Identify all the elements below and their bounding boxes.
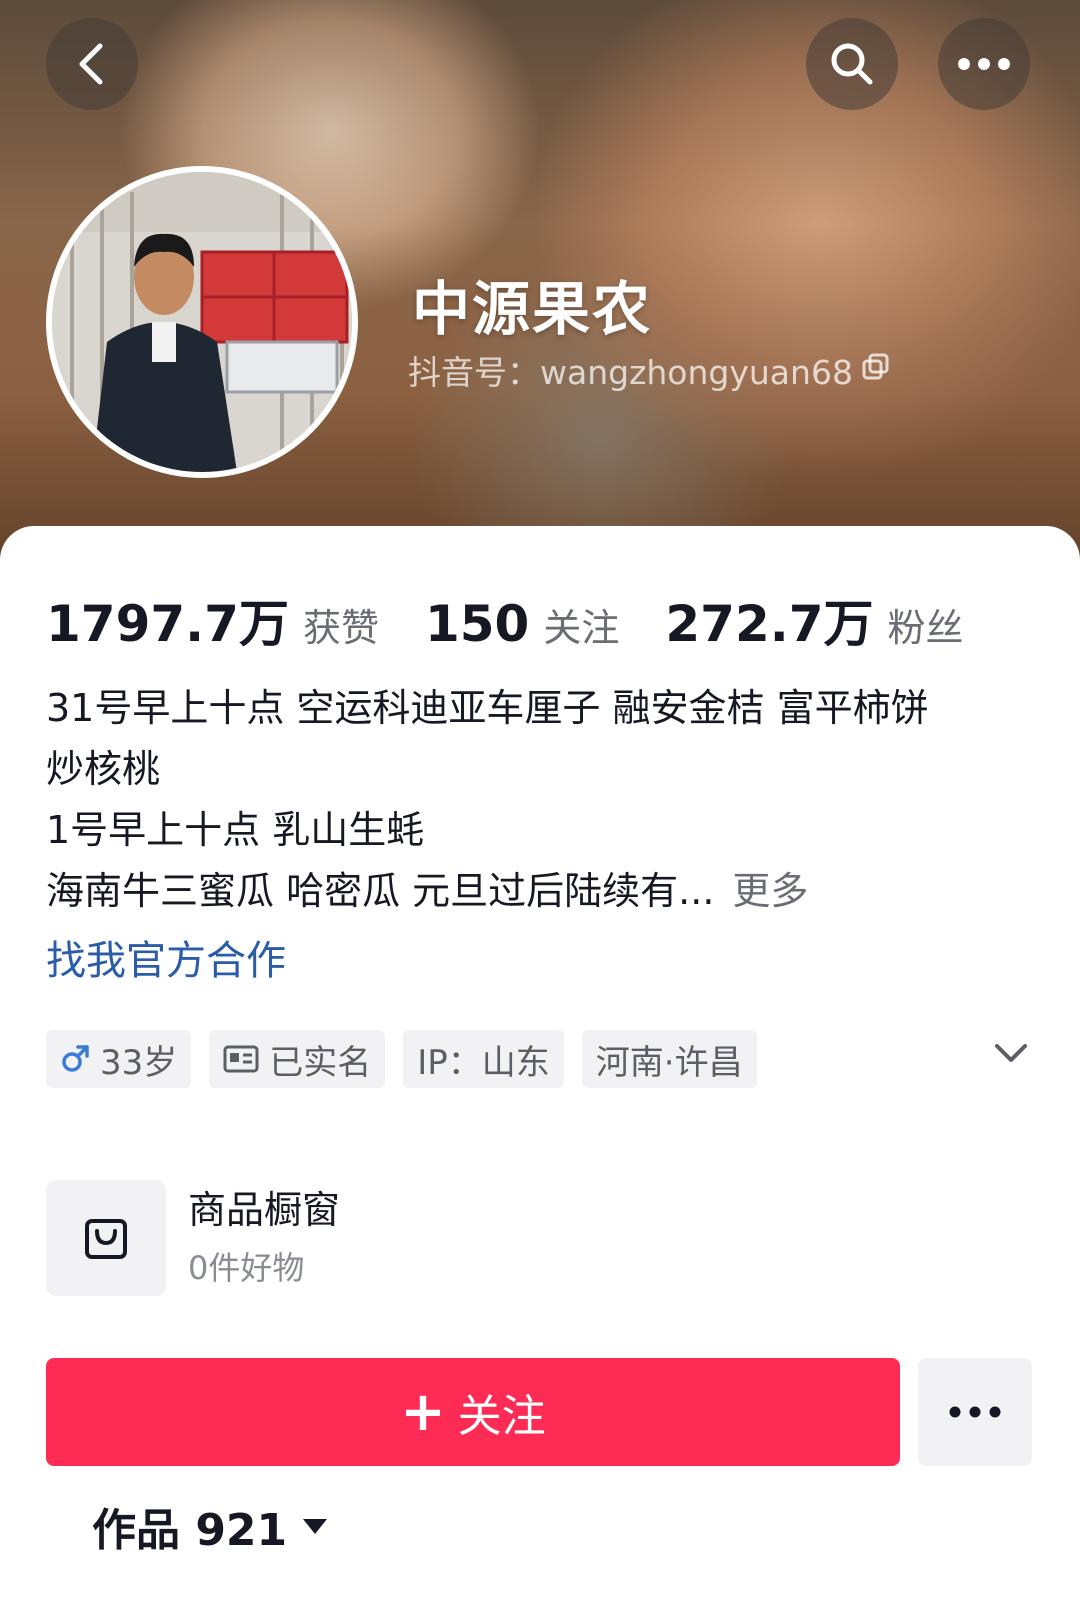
search-button[interactable] — [806, 18, 898, 110]
profile-nickname: 中源果农 — [412, 275, 653, 343]
likes-count: 1797.7万 — [46, 595, 289, 653]
tag-location-label: 河南·许昌 — [595, 1042, 743, 1083]
male-icon — [62, 1045, 89, 1072]
profile-info-panel: 1797.7万 获赞 150 关注 272.7万 粉丝 31号早上十点 空运科迪… — [0, 526, 1080, 1624]
stat-followers[interactable]: 272.7万 粉丝 — [665, 584, 963, 656]
more-horizontal-icon — [949, 1406, 1001, 1418]
product-showcase[interactable]: 商品橱窗 0件好物 — [46, 1180, 340, 1296]
tag-ip-label: IP：山东 — [417, 1042, 550, 1083]
follow-more-button[interactable] — [918, 1358, 1032, 1466]
works-tab-label: 作品 921 — [92, 1505, 288, 1556]
douyin-id-text: 抖音号：wangzhongyuan68 — [408, 353, 853, 392]
shop-text: 商品橱窗 0件好物 — [188, 1184, 340, 1292]
search-icon — [831, 43, 873, 85]
tag-age-label: 33岁 — [100, 1042, 178, 1083]
profile-tags: 33岁 已实名 IP：山东 河南·许昌 — [46, 1030, 757, 1088]
shop-icon-container — [46, 1180, 166, 1296]
avatar-photo — [52, 172, 352, 472]
stat-following[interactable]: 150 关注 — [425, 595, 619, 653]
chevron-left-icon — [79, 43, 103, 85]
chevron-down-icon — [995, 1044, 1027, 1062]
followers-label: 粉丝 — [887, 606, 964, 650]
following-count: 150 — [424, 595, 530, 653]
profile-avatar[interactable] — [46, 166, 358, 478]
copy-icon[interactable] — [861, 351, 891, 390]
likes-label: 获赞 — [302, 606, 379, 650]
back-button[interactable] — [46, 18, 138, 110]
tag-ip: IP：山东 — [403, 1030, 564, 1088]
plus-icon: + — [400, 1380, 446, 1443]
tab-works[interactable]: 作品 921 — [92, 1494, 329, 1558]
bio-line: 炒核桃 — [46, 747, 161, 791]
follow-button[interactable]: + 关注 — [46, 1358, 900, 1466]
douyin-id: 抖音号：wangzhongyuan68 — [408, 346, 891, 394]
bio-line: 1号早上十点 乳山生蚝 — [46, 808, 425, 852]
shopping-bag-icon — [85, 1219, 127, 1259]
bio-more-link[interactable]: 更多 — [732, 869, 808, 913]
bio-line: 31号早上十点 空运科迪亚车厘子 融安金桔 富平柿饼 — [46, 686, 929, 730]
shop-subtitle: 0件好物 — [188, 1249, 305, 1287]
tag-verified-label: 已实名 — [269, 1042, 372, 1083]
follow-button-label: 关注 — [457, 1391, 546, 1442]
more-options-button[interactable] — [938, 18, 1030, 110]
tag-verified: 已实名 — [209, 1030, 386, 1088]
tags-expand-button[interactable] — [994, 1042, 1028, 1068]
caret-down-icon — [303, 1519, 328, 1534]
id-card-icon — [223, 1045, 259, 1073]
more-horizontal-icon — [958, 58, 1010, 70]
tag-location: 河南·许昌 — [581, 1030, 757, 1088]
tag-age: 33岁 — [46, 1030, 192, 1088]
profile-stats: 1797.7万 获赞 150 关注 272.7万 粉丝 — [46, 584, 1010, 656]
bio-line: 海南牛三蜜瓜 哈密瓜 元旦过后陆续有... 更多 — [46, 861, 1036, 922]
profile-bio: 31号早上十点 空运科迪亚车厘子 融安金桔 富平柿饼 炒核桃 1号早上十点 乳山… — [46, 678, 1036, 922]
bio-line-text: 海南牛三蜜瓜 哈密瓜 元旦过后陆续有... — [46, 869, 715, 913]
following-label: 关注 — [543, 606, 620, 650]
stat-likes[interactable]: 1797.7万 获赞 — [46, 584, 379, 656]
shop-title: 商品橱窗 — [188, 1188, 341, 1232]
official-cooperation-link[interactable]: 找我官方合作 — [46, 928, 286, 986]
followers-count: 272.7万 — [665, 595, 874, 653]
